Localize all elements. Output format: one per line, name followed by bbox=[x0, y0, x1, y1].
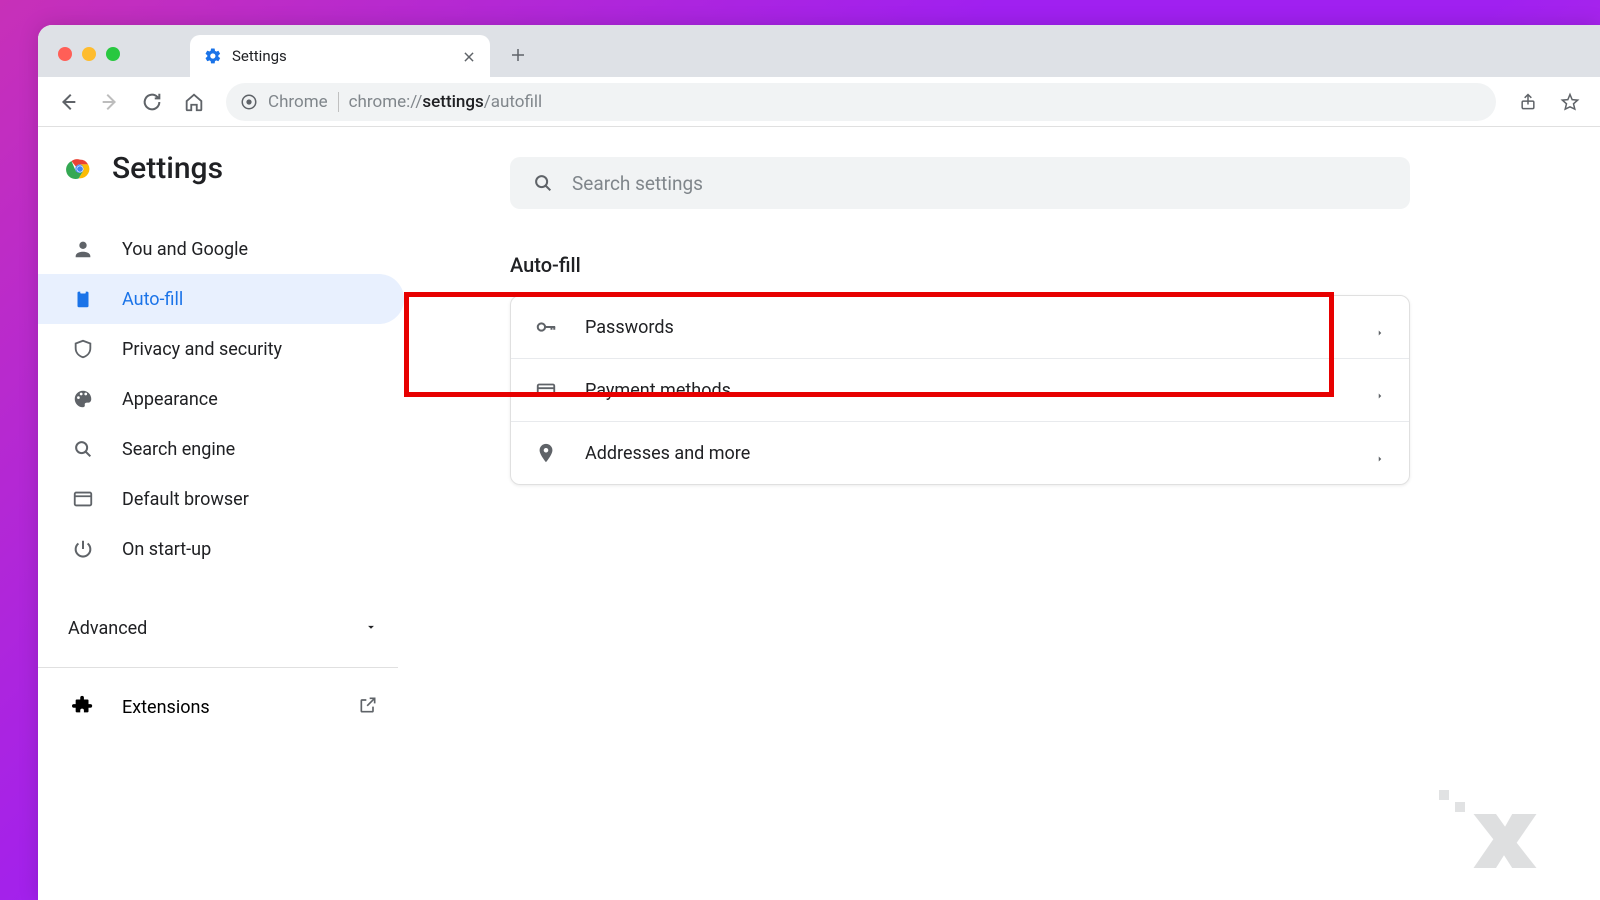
main-panel: Search settings Auto-fill Passwords Paym… bbox=[418, 127, 1600, 900]
address-bar[interactable]: Chrome chrome://settings/autofill bbox=[226, 83, 1496, 121]
key-icon bbox=[535, 316, 557, 338]
chevron-right-icon bbox=[1375, 385, 1385, 395]
back-button[interactable] bbox=[50, 84, 86, 120]
section-title: Auto-fill bbox=[510, 253, 1600, 277]
sidebar-item-label: Auto-fill bbox=[122, 289, 183, 310]
chevron-down-icon bbox=[364, 618, 378, 639]
sidebar-item-search-engine[interactable]: Search engine bbox=[38, 424, 404, 474]
row-label: Payment methods bbox=[585, 380, 1347, 401]
sidebar-item-label: On start-up bbox=[122, 539, 211, 560]
sidebar-item-appearance[interactable]: Appearance bbox=[38, 374, 404, 424]
close-window-button[interactable] bbox=[58, 47, 72, 61]
share-button[interactable] bbox=[1510, 84, 1546, 120]
row-label: Passwords bbox=[585, 317, 1347, 338]
toolbar: Chrome chrome://settings/autofill bbox=[38, 77, 1600, 127]
row-addresses[interactable]: Addresses and more bbox=[511, 422, 1409, 484]
shield-icon bbox=[72, 338, 94, 360]
sidebar-item-you-and-google[interactable]: You and Google bbox=[38, 224, 404, 274]
separator bbox=[338, 92, 339, 112]
palette-icon bbox=[72, 388, 94, 410]
sidebar-item-default-browser[interactable]: Default browser bbox=[38, 474, 404, 524]
chrome-origin-icon bbox=[240, 93, 258, 111]
address-text: Chrome chrome://settings/autofill bbox=[268, 92, 542, 112]
extension-icon bbox=[72, 694, 94, 721]
open-external-icon bbox=[358, 695, 378, 720]
browser-icon bbox=[72, 488, 94, 510]
sidebar-item-extensions[interactable]: Extensions bbox=[38, 678, 418, 737]
chevron-right-icon bbox=[1375, 448, 1385, 458]
sidebar-item-label: Appearance bbox=[122, 389, 218, 410]
gear-icon bbox=[204, 47, 222, 65]
row-passwords[interactable]: Passwords bbox=[511, 296, 1409, 359]
maximize-window-button[interactable] bbox=[106, 47, 120, 61]
sidebar-item-label: You and Google bbox=[122, 239, 248, 260]
settings-header: Settings bbox=[38, 151, 418, 186]
home-button[interactable] bbox=[176, 84, 212, 120]
sidebar-item-on-startup[interactable]: On start-up bbox=[38, 524, 404, 574]
advanced-label: Advanced bbox=[68, 618, 147, 639]
location-icon bbox=[535, 442, 557, 464]
search-placeholder: Search settings bbox=[572, 172, 703, 195]
chrome-logo-icon bbox=[66, 155, 94, 183]
row-payment-methods[interactable]: Payment methods bbox=[511, 359, 1409, 422]
divider bbox=[38, 667, 398, 668]
origin-label: Chrome bbox=[268, 92, 328, 112]
search-settings-input[interactable]: Search settings bbox=[510, 157, 1410, 209]
close-tab-icon[interactable] bbox=[462, 49, 476, 63]
tab-strip: Settings bbox=[38, 25, 1600, 77]
sidebar-item-autofill[interactable]: Auto-fill bbox=[38, 274, 404, 324]
power-icon bbox=[72, 538, 94, 560]
bookmark-button[interactable] bbox=[1552, 84, 1588, 120]
forward-button[interactable] bbox=[92, 84, 128, 120]
clipboard-icon bbox=[72, 288, 94, 310]
autofill-card: Passwords Payment methods Addresses and … bbox=[510, 295, 1410, 485]
sidebar-item-label: Default browser bbox=[122, 489, 249, 510]
browser-tab-settings[interactable]: Settings bbox=[190, 35, 490, 77]
search-icon bbox=[532, 172, 554, 194]
settings-content: Settings You and Google Auto-fill Privac… bbox=[38, 127, 1600, 900]
sidebar: Settings You and Google Auto-fill Privac… bbox=[38, 127, 418, 900]
sidebar-item-label: Privacy and security bbox=[122, 339, 282, 360]
sidebar-item-privacy[interactable]: Privacy and security bbox=[38, 324, 404, 374]
chevron-right-icon bbox=[1375, 322, 1385, 332]
search-icon bbox=[72, 438, 94, 460]
row-label: Addresses and more bbox=[585, 443, 1347, 464]
sidebar-item-label: Search engine bbox=[122, 439, 235, 460]
extensions-label: Extensions bbox=[122, 697, 210, 718]
sidebar-advanced-toggle[interactable]: Advanced bbox=[38, 600, 418, 657]
minimize-window-button[interactable] bbox=[82, 47, 96, 61]
watermark-icon bbox=[1460, 796, 1550, 890]
new-tab-button[interactable] bbox=[500, 37, 536, 73]
tab-title: Settings bbox=[232, 47, 452, 65]
browser-window: Settings Chrome chrome://settings/autofi… bbox=[38, 25, 1600, 900]
window-controls bbox=[58, 47, 120, 77]
card-icon bbox=[535, 379, 557, 401]
page-title: Settings bbox=[112, 151, 223, 186]
person-icon bbox=[72, 238, 94, 260]
reload-button[interactable] bbox=[134, 84, 170, 120]
